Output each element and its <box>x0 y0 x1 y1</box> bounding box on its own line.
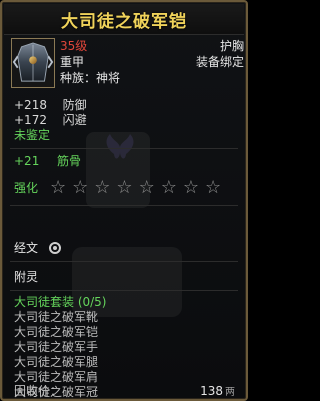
star-icon: ☆ <box>50 177 67 198</box>
recycle-label: 回收价： <box>14 384 63 398</box>
armor-type: 重甲 <box>60 55 85 69</box>
bonus-stat-name: 筋骨 <box>56 154 81 168</box>
star-icon: ☆ <box>182 177 199 198</box>
stat-row-evasion: +172 闪避 <box>14 112 87 128</box>
armor-icon <box>12 39 54 87</box>
divider <box>10 148 238 149</box>
divider <box>10 290 238 291</box>
spirit-label: 附灵 <box>14 270 39 284</box>
enhance-label: 强化 <box>14 181 39 195</box>
stat-name: 防御 <box>62 98 87 112</box>
divider <box>10 205 238 206</box>
set-title: 大司徒套装 (0/5) <box>14 295 107 309</box>
set-item: 大司徒之破军铠 <box>14 325 99 339</box>
item-tooltip: 大司徒之破军铠 35级 护胸 重甲 装备绑定 种族：神将 +218 防御 +17… <box>0 0 248 401</box>
star-icon: ☆ <box>204 177 222 198</box>
recycle-unit: 两 <box>225 387 235 398</box>
level-requirement: 35级 <box>60 39 88 53</box>
star-icon: ☆ <box>94 177 111 198</box>
item-icon-frame <box>11 38 55 88</box>
set-item: 大司徒之破军手 <box>14 340 99 354</box>
item-title: 大司徒之破军铠 <box>61 11 187 32</box>
bonus-stat-row: +21 筋骨 <box>14 153 81 169</box>
stat-name: 闪避 <box>62 113 87 127</box>
sutra-label: 经文 <box>14 241 39 255</box>
unidentified-text: 未鉴定 <box>14 128 51 142</box>
star-icon: ☆ <box>116 177 133 198</box>
stat-value: +172 <box>14 113 47 127</box>
bonus-stat-value: +21 <box>14 154 40 168</box>
race-requirement: 种族：神将 <box>60 71 121 85</box>
stat-row-defense: +218 防御 <box>14 97 87 113</box>
set-item: 大司徒之破军靴 <box>14 310 99 324</box>
star-icon: ☆ <box>160 177 177 198</box>
recycle-value: 138 <box>200 384 223 398</box>
sutra-slot-icon <box>49 242 61 254</box>
divider <box>10 261 238 262</box>
slot-type: 护胸 <box>219 39 244 53</box>
set-item: 大司徒之破军腿 <box>14 355 99 369</box>
stat-value: +218 <box>14 98 47 112</box>
enhance-stars: ☆ ☆ ☆ ☆ ☆ ☆ ☆ ☆ <box>50 179 221 197</box>
title-bar: 大司徒之破军铠 <box>4 4 244 35</box>
recycle-price: 138 两 <box>200 383 235 398</box>
star-icon: ☆ <box>72 177 89 198</box>
bind-type: 装备绑定 <box>195 55 244 69</box>
star-icon: ☆ <box>138 177 155 198</box>
